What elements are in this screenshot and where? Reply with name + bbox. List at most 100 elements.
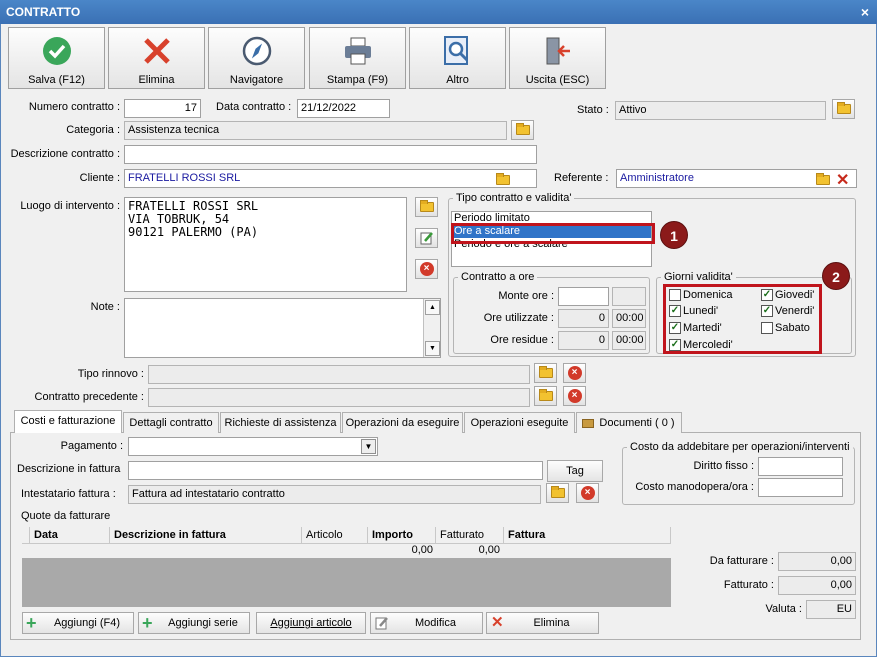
day-checkbox-4[interactable]: ✓ Giovedi' [761,289,814,301]
day-label: Martedi' [683,322,722,334]
folder-icon [515,123,530,135]
folder-icon [816,173,830,185]
stato-folder-button[interactable] [832,99,855,119]
referente-folder-button[interactable] [816,173,830,185]
luogo-delete-button[interactable]: × [415,259,438,279]
day-checkbox-6[interactable]: Sabato [761,322,810,334]
quote-grid[interactable]: Data Descrizione in fattura Articolo Imp… [22,527,671,607]
luogo-open-button[interactable] [415,197,438,217]
checkbox-empty-icon[interactable] [669,289,681,301]
column-header[interactable]: Data [30,527,110,543]
chevron-down-icon[interactable]: ▼ [361,439,376,454]
checkbox-checked-icon[interactable]: ✓ [761,289,773,301]
stato-label: Stato : [577,104,609,116]
tab-richieste-assistenza[interactable]: Richieste di assistenza [220,412,341,433]
other-button[interactable]: Altro [409,27,506,89]
tab-dettagli-contratto[interactable]: Dettagli contratto [123,412,219,433]
tipo-rinnovo-delete-button[interactable]: × [563,363,586,383]
checkbox-checked-icon[interactable]: ✓ [669,339,681,351]
costo-group-title: Costo da addebitare per operazioni/inter… [627,441,853,453]
delete-circle-icon: × [580,486,595,500]
checkbox-checked-icon[interactable]: ✓ [669,305,681,317]
cliente-field[interactable]: FRATELLI ROSSI SRL [124,169,537,188]
day-label: Venerdi' [775,305,815,317]
delete-row-button[interactable]: ✕ Elimina [486,612,599,634]
column-header[interactable]: Descrizione in fattura [110,527,302,543]
monte-ore-input[interactable] [558,287,609,306]
diritto-fisso-label: Diritto fisso : [693,460,754,472]
tipo-rinnovo-folder-button[interactable] [534,363,557,383]
pagamento-select[interactable] [128,437,378,456]
costo-manodopera-input[interactable] [758,478,843,497]
cliente-label: Cliente : [79,172,120,184]
delete-button[interactable]: Elimina [108,27,205,89]
add-button[interactable]: + Aggiungi (F4) [22,612,134,634]
valuta-field: EU [806,600,856,619]
intestatario-field: Fattura ad intestatario contratto [128,485,541,504]
print-button[interactable]: Stampa (F9) [309,27,406,89]
exit-label: Uscita (ESC) [525,74,590,86]
checkbox-empty-icon[interactable] [761,322,773,334]
luogo-line: 90121 PALERMO (PA) [128,225,259,239]
day-label: Domenica [683,289,733,301]
add-button-label: Aggiungi (F4) [53,617,121,629]
tab-operazioni-da-eseguire[interactable]: Operazioni da eseguire [342,412,463,433]
save-button[interactable]: Salva (F12) [8,27,105,89]
referente-clear-icon[interactable]: ✕ [836,170,849,190]
day-checkbox-0[interactable]: Domenica [669,289,733,301]
highlight-box-1 [451,223,655,244]
scroll-down-icon[interactable]: ▼ [425,341,440,356]
checkbox-checked-icon[interactable]: ✓ [669,322,681,334]
descrizione-input[interactable] [124,145,537,164]
contratto-precedente-folder-button[interactable] [534,386,557,406]
tab-documenti[interactable]: Documenti ( 0 ) [576,412,682,433]
tab-documenti-label: Documenti ( 0 ) [599,417,675,429]
day-checkbox-3[interactable]: ✓ Mercoledi' [669,339,733,351]
navigator-button[interactable]: Navigatore [208,27,305,89]
other-label: Altro [446,74,469,86]
checkbox-checked-icon[interactable]: ✓ [761,305,773,317]
day-label: Giovedi' [775,289,815,301]
callout-badge-2: 2 [822,262,850,290]
column-header[interactable]: Fattura [504,527,671,543]
intestatario-delete-button[interactable]: × [576,483,599,503]
scroll-up-icon[interactable]: ▲ [425,300,440,315]
ore-residue-time: 00:00 [612,331,646,350]
note-textarea[interactable]: ▲ ▼ [124,298,441,358]
day-checkbox-2[interactable]: ✓ Martedi' [669,322,722,334]
edit-button[interactable]: Modifica [370,612,483,634]
folder-icon [836,102,851,114]
navigator-label: Navigatore [229,74,284,86]
contratto-precedente-delete-button[interactable]: × [563,386,586,406]
categoria-label: Categoria : [66,124,120,136]
intestatario-folder-button[interactable] [546,483,569,503]
folder-icon [538,389,553,401]
tab-costi-fatturazione[interactable]: Costi e fatturazione [14,410,122,433]
descrizione-fattura-input[interactable] [128,461,543,480]
categoria-folder-button[interactable] [511,120,534,140]
add-article-button[interactable]: Aggiungi articolo [256,612,366,634]
delete-row-label: Elimina [533,617,570,629]
add-series-button[interactable]: + Aggiungi serie [138,612,250,634]
print-label: Stampa (F9) [326,74,389,86]
tag-button[interactable]: Tag [547,460,603,482]
close-window-button[interactable]: × [861,0,869,24]
exit-button[interactable]: Uscita (ESC) [509,27,606,89]
day-checkbox-5[interactable]: ✓ Venerdi' [761,305,814,317]
note-scrollbar[interactable]: ▲ ▼ [423,299,440,357]
numero-contratto-input[interactable]: 17 [124,99,201,118]
column-header[interactable]: Fatturato [436,527,504,543]
tab-operazioni-eseguite[interactable]: Operazioni eseguite [464,412,575,433]
diritto-fisso-input[interactable] [758,457,843,476]
folder-icon [496,173,510,185]
column-header[interactable]: Importo [368,527,436,543]
tipo-rinnovo-label: Tipo rinnovo : [77,368,144,380]
callout-badge-1: 1 [660,221,688,249]
column-header[interactable]: Articolo [302,527,368,543]
luogo-textarea[interactable]: FRATELLI ROSSI SRL VIA TOBRUK, 54 90121 … [124,197,407,292]
luogo-edit-button[interactable] [415,228,438,248]
stato-field: Attivo [615,101,826,120]
cliente-folder-button[interactable] [496,173,510,185]
day-checkbox-1[interactable]: ✓ Lunedi' [669,305,718,317]
data-contratto-input[interactable]: 21/12/2022 [297,99,390,118]
